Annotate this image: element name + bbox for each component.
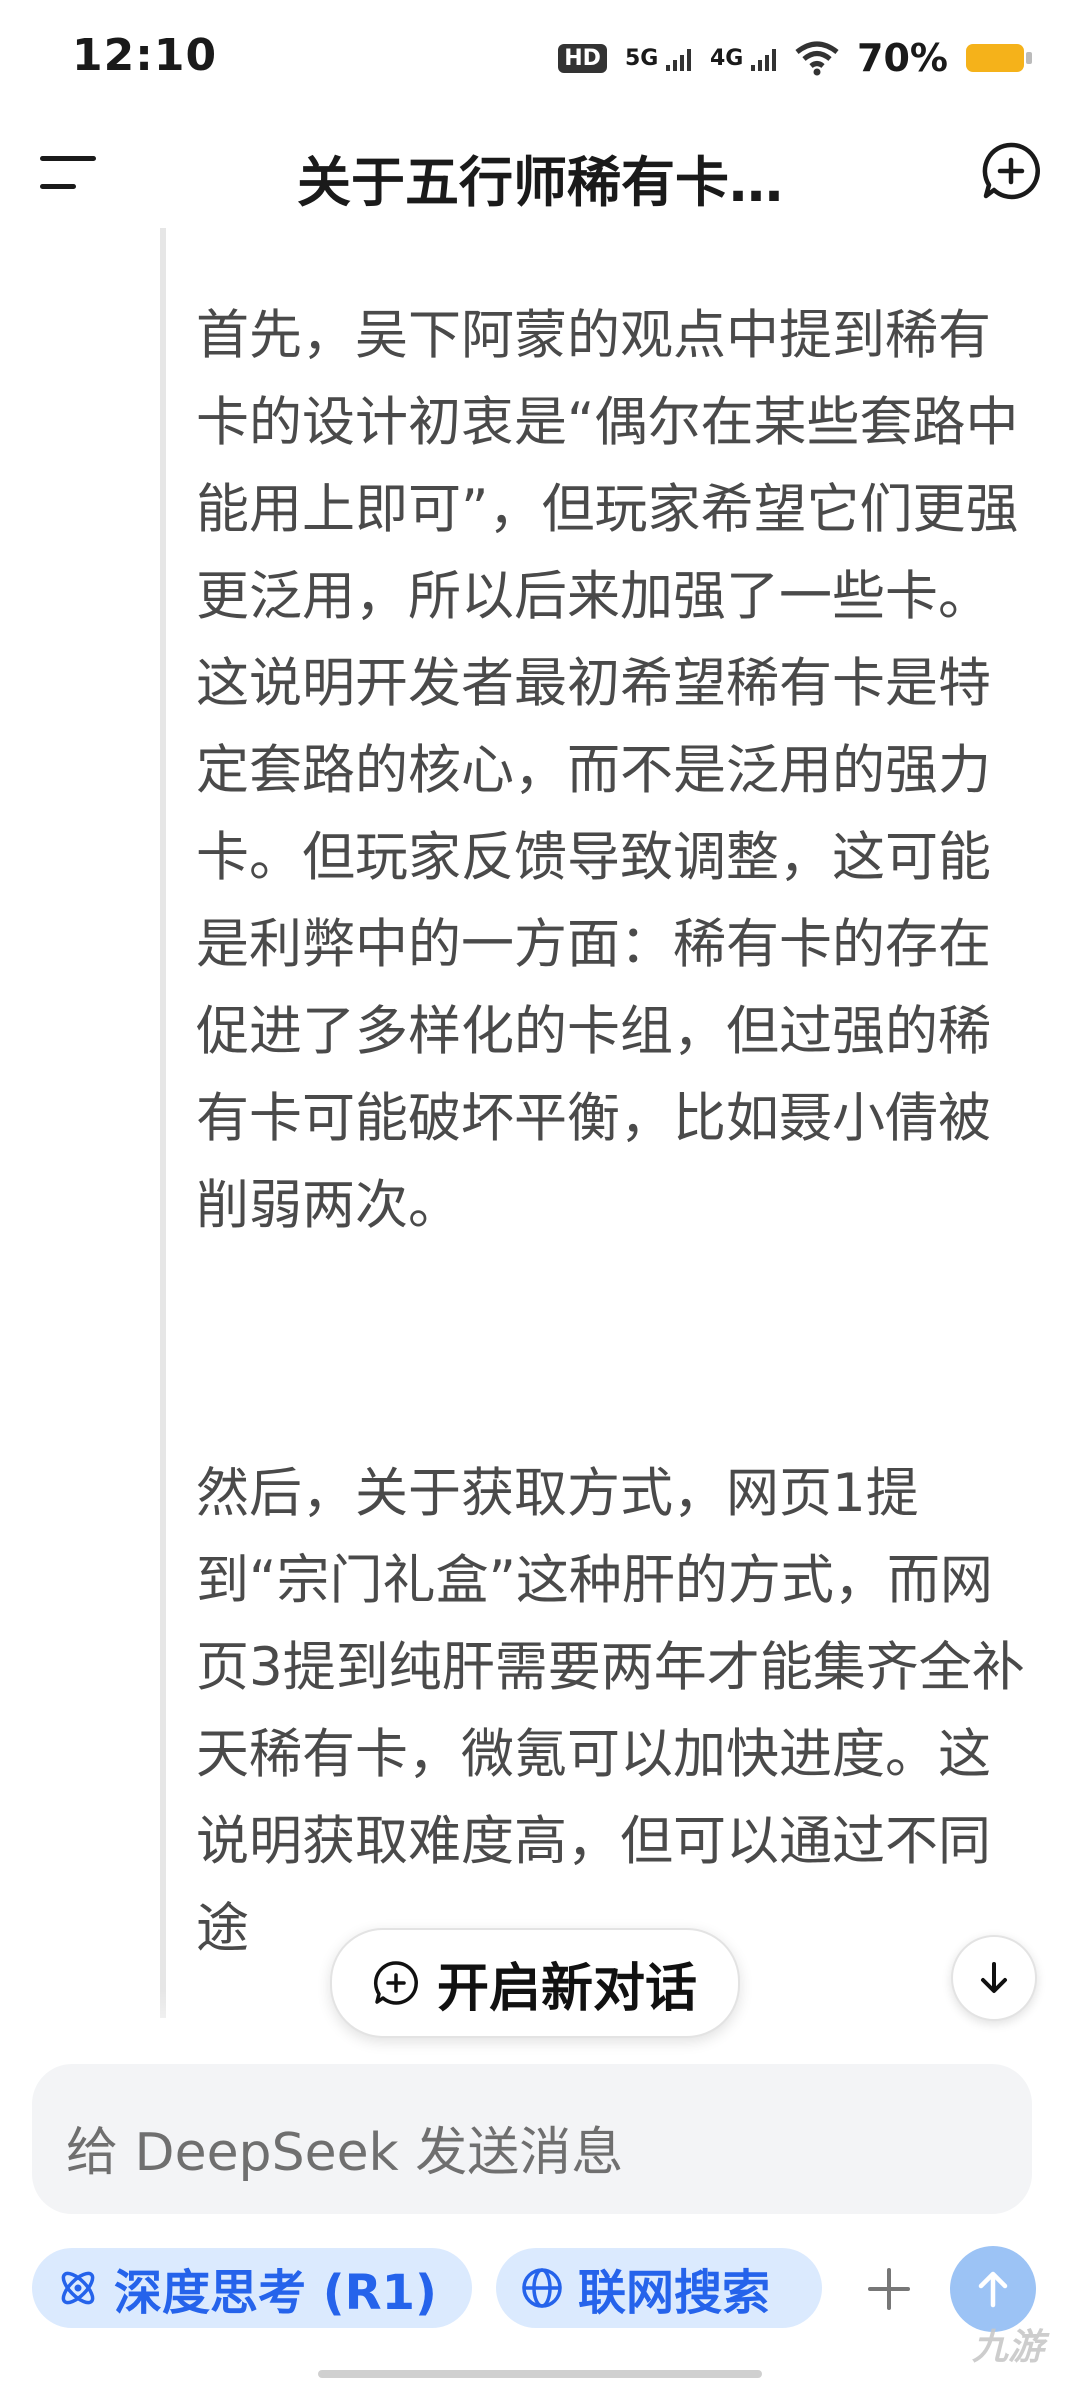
- new-dialog-button[interactable]: 开启新对话: [330, 1928, 740, 2038]
- arrow-down-icon: [981, 1962, 1007, 1993]
- status-bar: 12:10 HD 5G 4G 70%: [0, 0, 1080, 112]
- status-icons: HD 5G 4G 70%: [558, 36, 1032, 80]
- thinking-paragraph: 然后，关于获取方式，网页1提到“宗门礼盒”这种肝的方式，而网页3提到纯肝需要两年…: [196, 1463, 1025, 1959]
- wifi-icon: [795, 41, 839, 76]
- thinking-paragraph: 首先，吴下阿蒙的观点中提到稀有卡的设计初衷是“偶尔在某些套路中能用上即可”，但玩…: [196, 305, 1019, 1236]
- input-toolbar: 深度思考 (R1) 联网搜索: [32, 2246, 1052, 2332]
- app-header: 关于五行师稀有卡…: [0, 118, 1080, 228]
- deep-think-toggle[interactable]: 深度思考 (R1): [32, 2248, 472, 2328]
- conversation-title[interactable]: 关于五行师稀有卡…: [150, 138, 930, 217]
- scroll-to-bottom-button[interactable]: [951, 1935, 1037, 2021]
- attach-button[interactable]: [854, 2254, 924, 2324]
- atom-icon: [61, 2271, 95, 2305]
- web-search-label: 联网搜索: [578, 2265, 771, 2321]
- new-dialog-label: 开启新对话: [436, 1958, 697, 2019]
- menu-icon[interactable]: [40, 148, 96, 196]
- message-input[interactable]: 给 DeepSeek 发送消息: [32, 2064, 1032, 2214]
- watermark: 九游: [972, 2327, 1045, 2368]
- battery-icon: [966, 44, 1032, 72]
- deep-think-label: 深度思考 (R1): [114, 2265, 437, 2321]
- globe-icon: [522, 2268, 562, 2308]
- thinking-quote-bar: [160, 228, 166, 2018]
- signal-5g-icon: 5G: [625, 46, 692, 71]
- new-chat-icon: [373, 1961, 418, 2005]
- signal-4g-icon: 4G: [710, 46, 777, 71]
- home-indicator[interactable]: [318, 2370, 762, 2378]
- arrow-up-icon: [978, 2271, 1008, 2308]
- message-input-placeholder: 给 DeepSeek 发送消息: [66, 2123, 624, 2183]
- battery-percent: 70%: [857, 36, 948, 80]
- web-search-toggle[interactable]: 联网搜索: [496, 2248, 822, 2328]
- status-time: 12:10: [72, 30, 218, 81]
- hd-icon: HD: [558, 43, 607, 73]
- new-chat-icon[interactable]: [980, 140, 1042, 202]
- plus-icon: [868, 2268, 910, 2310]
- chat-content[interactable]: 首先，吴下阿蒙的观点中提到稀有卡的设计初衷是“偶尔在某些套路中能用上即可”，但玩…: [0, 228, 1080, 2018]
